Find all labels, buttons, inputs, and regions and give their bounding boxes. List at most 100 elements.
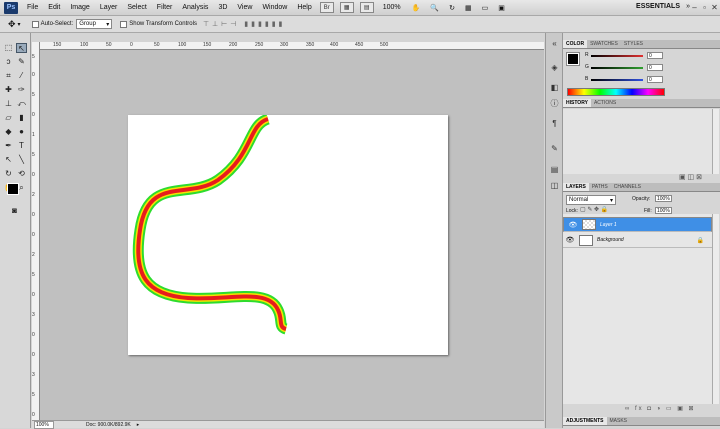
- brush-presets-icon[interactable]: ✎: [549, 144, 560, 154]
- 3d-orbit-icon[interactable]: ⟲: [16, 169, 27, 179]
- blend-mode-dropdown[interactable]: Normal ▾: [566, 195, 616, 205]
- rotate-view-icon[interactable]: ↻: [444, 4, 460, 12]
- minimize-icon[interactable]: –: [690, 2, 699, 13]
- gradient-icon[interactable]: ▮: [16, 113, 27, 123]
- grid-icon[interactable]: ▦: [460, 4, 477, 12]
- blue-slider[interactable]: [591, 79, 643, 81]
- document-canvas[interactable]: [128, 113, 448, 355]
- layer-comps-icon[interactable]: ◫: [549, 181, 560, 191]
- minibridge-icon[interactable]: ▦: [339, 2, 354, 13]
- clone-source-icon[interactable]: ▤: [549, 165, 560, 175]
- type-icon[interactable]: T: [16, 141, 27, 151]
- bridge-icon[interactable]: Br: [319, 2, 334, 13]
- quick-select-icon[interactable]: ✎: [16, 57, 27, 67]
- ruler-label: 0: [32, 352, 35, 358]
- line-icon[interactable]: ╲: [16, 155, 27, 165]
- layer-row-background[interactable]: 👁 Background 🔒: [563, 233, 712, 248]
- history-scrollbar[interactable]: [712, 109, 719, 174]
- foreground-color[interactable]: [7, 183, 19, 195]
- menu-select[interactable]: Select: [122, 4, 151, 11]
- ruler-label: 150: [53, 42, 62, 48]
- fill-value[interactable]: 100%: [655, 207, 672, 214]
- paragraph-icon[interactable]: ¶: [549, 119, 560, 129]
- menu-3d[interactable]: 3D: [213, 4, 232, 11]
- tab-swatches[interactable]: SWATCHES: [587, 40, 621, 48]
- auto-select-checkbox[interactable]: [31, 20, 39, 28]
- menu-analysis[interactable]: Analysis: [177, 4, 213, 11]
- align-icons[interactable]: ⊤⊥⊢⊣ ▮▮▮▮▮▮: [203, 20, 285, 28]
- move-tool-icon[interactable]: ✥: [8, 19, 16, 30]
- quick-mask-icon[interactable]: ◙: [9, 206, 20, 216]
- hand-icon[interactable]: ✋: [407, 4, 426, 12]
- history-buttons-icon[interactable]: ▣ ◫ ⊠: [679, 173, 702, 181]
- layer-buttons-icon[interactable]: ∞ fx ◘ ◑ ▭ ▣ ⊠: [625, 405, 696, 412]
- chevron-down-icon[interactable]: ▾: [18, 21, 21, 28]
- navigator-icon[interactable]: ◧: [549, 83, 560, 93]
- tab-paths[interactable]: PATHS: [589, 183, 611, 191]
- menu-file[interactable]: File: [22, 4, 43, 11]
- tab-history[interactable]: HISTORY: [563, 99, 591, 107]
- layers-scrollbar[interactable]: [712, 214, 719, 404]
- green-value[interactable]: 0: [647, 64, 663, 71]
- zoom-level[interactable]: 100%: [383, 4, 401, 11]
- arrange-docs-icon[interactable]: ▭: [477, 4, 494, 12]
- chevron-down-icon: ▾: [106, 21, 110, 28]
- 3d-panel-icon[interactable]: ◈: [549, 63, 560, 73]
- tab-adjustments[interactable]: ADJUSTMENTS: [563, 417, 607, 425]
- 3d-rotate-icon[interactable]: ↻: [3, 169, 14, 179]
- move-icon[interactable]: ↖: [16, 43, 27, 53]
- lock-icons[interactable]: ▢ ✎ ✥ 🔒: [580, 206, 608, 213]
- menu-layer[interactable]: Layer: [95, 4, 123, 11]
- red-slider[interactable]: [591, 55, 643, 57]
- spectrum-ramp[interactable]: [567, 88, 665, 96]
- healing-icon[interactable]: ✚: [3, 85, 14, 95]
- close-icon[interactable]: ✕: [710, 2, 719, 13]
- color-fg-swatch[interactable]: [566, 52, 580, 66]
- blur-icon[interactable]: ◆: [3, 127, 14, 137]
- tab-color[interactable]: COLOR: [563, 40, 588, 48]
- history-list: [563, 109, 712, 174]
- menu-window[interactable]: Window: [257, 4, 292, 11]
- blue-value[interactable]: 0: [647, 76, 663, 83]
- pen-icon[interactable]: ✒: [3, 141, 14, 151]
- stamp-icon[interactable]: ⊥: [3, 99, 14, 109]
- status-zoom[interactable]: 100%: [34, 420, 54, 429]
- opacity-value[interactable]: 100%: [655, 195, 672, 202]
- dodge-icon[interactable]: ●: [16, 127, 27, 137]
- tab-actions[interactable]: ACTIONS: [591, 99, 619, 107]
- tab-masks[interactable]: MASKS: [607, 417, 631, 425]
- marquee-icon[interactable]: ⬚: [3, 43, 14, 53]
- tab-layers[interactable]: LAYERS: [563, 183, 589, 191]
- layer-row-layer-1[interactable]: 👁 Layer 1: [563, 217, 712, 232]
- menu-help[interactable]: Help: [292, 4, 316, 11]
- lasso-icon[interactable]: ↄ: [3, 57, 14, 67]
- info-icon[interactable]: ⓘ: [549, 99, 560, 109]
- crop-icon[interactable]: ⌗: [3, 71, 14, 81]
- chevron-right-icon[interactable]: ▸: [137, 422, 140, 428]
- ruler-label: 5: [32, 392, 35, 398]
- eyedropper-icon[interactable]: ⁄: [16, 71, 27, 81]
- history-brush-icon[interactable]: ⤺: [16, 99, 27, 109]
- tab-channels[interactable]: CHANNELS: [611, 183, 644, 191]
- maximize-icon[interactable]: ▫: [700, 2, 709, 13]
- zoom-icon[interactable]: 🔍: [425, 4, 444, 12]
- tab-styles[interactable]: STYLES: [621, 40, 646, 48]
- workspace-switcher[interactable]: ESSENTIALS: [636, 3, 680, 10]
- path-select-icon[interactable]: ↖: [3, 155, 14, 165]
- eraser-icon[interactable]: ▱: [3, 113, 14, 123]
- screen-mode-icon[interactable]: ▣: [493, 4, 510, 12]
- red-value[interactable]: 0: [647, 52, 663, 59]
- menu-image[interactable]: Image: [65, 4, 94, 11]
- menu-view[interactable]: View: [232, 4, 257, 11]
- menu-filter[interactable]: Filter: [152, 4, 178, 11]
- collapse-icon[interactable]: «: [549, 39, 560, 49]
- show-transform-checkbox[interactable]: [120, 20, 128, 28]
- green-slider[interactable]: [591, 67, 643, 69]
- brush-icon[interactable]: ✑: [16, 85, 27, 95]
- eye-icon[interactable]: 👁: [568, 221, 578, 229]
- view-extras-icon[interactable]: ▤: [359, 2, 374, 13]
- auto-select-dropdown[interactable]: Group ▾: [76, 19, 113, 29]
- chevron-down-icon: ▾: [609, 197, 613, 204]
- eye-icon[interactable]: 👁: [565, 236, 575, 244]
- menu-edit[interactable]: Edit: [43, 4, 65, 11]
